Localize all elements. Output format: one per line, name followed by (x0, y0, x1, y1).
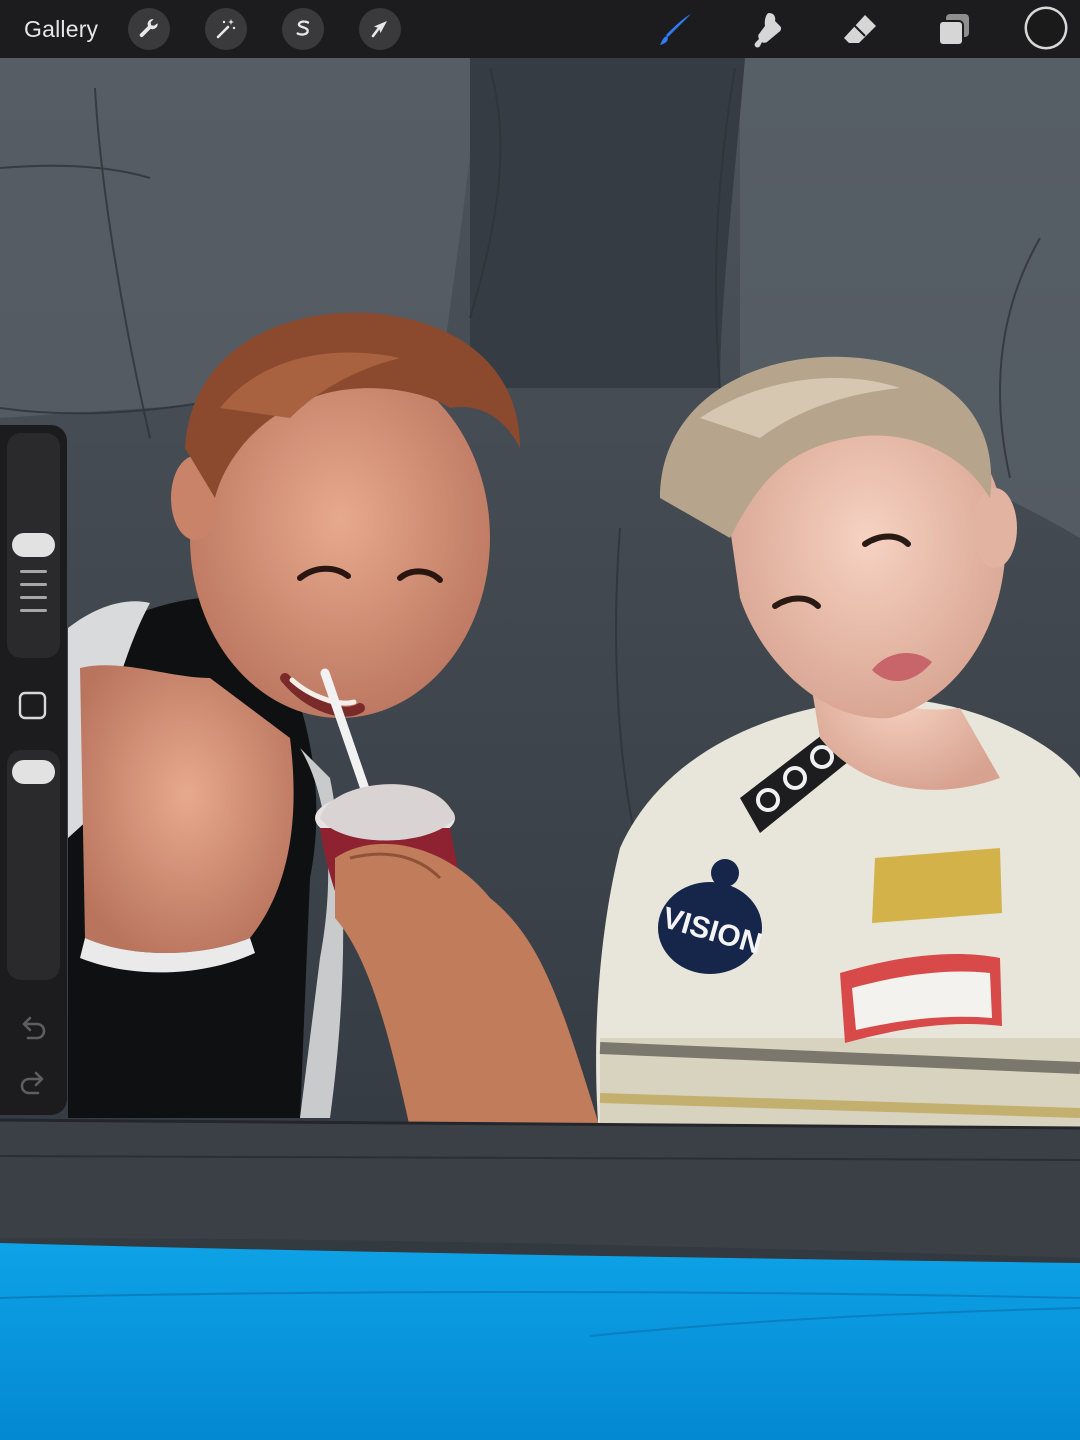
opacity-slider[interactable] (7, 750, 60, 980)
blue-fill-area (0, 1243, 1080, 1440)
top-toolbar: Gallery (0, 0, 1080, 58)
layers-icon (938, 14, 969, 46)
modify-button[interactable] (18, 691, 47, 720)
selection-button[interactable] (282, 8, 324, 50)
magic-wand-icon (216, 19, 236, 39)
slider-tick (20, 609, 47, 612)
redo-icon (20, 1071, 44, 1095)
transform-button[interactable] (359, 8, 401, 50)
slider-tick (20, 596, 47, 599)
color-picker-swatch[interactable] (1027, 9, 1065, 47)
slider-tick (20, 583, 47, 586)
arrow-cursor-icon (371, 21, 387, 38)
gallery-button[interactable]: Gallery (24, 14, 98, 44)
layers-button[interactable] (932, 8, 976, 52)
eraser-tool-button[interactable] (838, 8, 882, 52)
brush-size-thumb[interactable] (12, 533, 55, 557)
undo-icon (22, 1016, 46, 1040)
drawing-canvas[interactable]: VISION (0, 58, 1080, 1440)
opacity-thumb[interactable] (12, 760, 55, 784)
smudge-tool-button[interactable] (745, 8, 789, 52)
smudge-icon (754, 13, 782, 48)
left-sidebar (0, 425, 67, 1115)
artwork: VISION (0, 58, 1080, 1440)
brush-icon (660, 14, 691, 45)
slider-tick (20, 570, 47, 573)
square-icon (18, 691, 47, 720)
brush-tool-button[interactable] (653, 8, 697, 52)
adjustments-button[interactable] (205, 8, 247, 50)
undo-button[interactable] (18, 1012, 48, 1042)
selection-s-icon (296, 20, 310, 36)
redo-button[interactable] (18, 1067, 48, 1097)
eraser-icon (844, 15, 876, 43)
wrench-button[interactable] (128, 8, 170, 50)
wrench-icon (139, 19, 158, 38)
